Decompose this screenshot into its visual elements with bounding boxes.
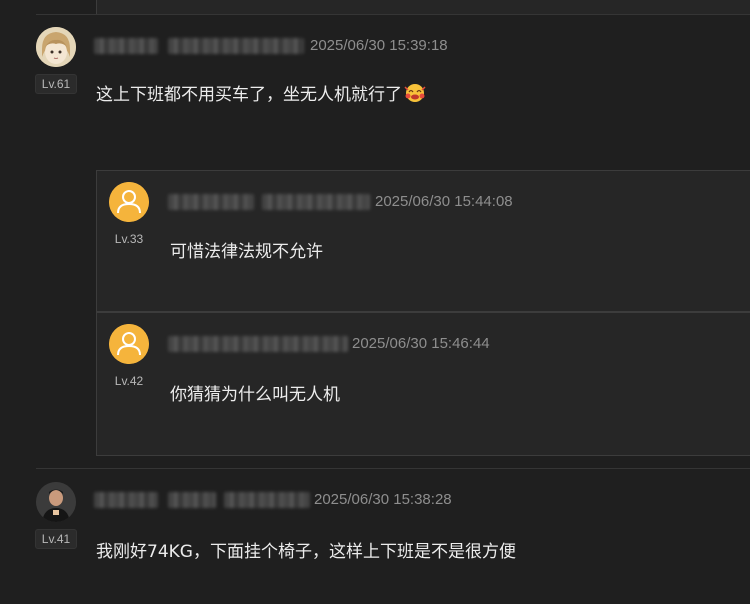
comment-text: 这上下班都不用买车了，坐无人机就行了	[96, 80, 426, 105]
blurred-user-info	[168, 492, 216, 508]
user-level-badge: Lv.42	[114, 374, 144, 388]
default-avatar[interactable]	[109, 324, 149, 364]
blurred-user-info	[168, 38, 304, 54]
user-level-badge: Lv.33	[114, 232, 144, 246]
default-avatar[interactable]	[109, 182, 149, 222]
user-silhouette-icon	[109, 182, 149, 222]
reply-timestamp: 2025/06/30 15:44:08	[375, 193, 513, 210]
avatar[interactable]	[36, 482, 76, 522]
comment-timestamp: 2025/06/30 15:38:28	[314, 491, 452, 508]
smiling-face-emoji-icon	[404, 83, 426, 103]
comment-timestamp: 2025/06/30 15:39:18	[310, 37, 448, 54]
blurred-username	[168, 336, 348, 352]
blurred-user-info	[262, 194, 370, 210]
person-photo-icon	[36, 482, 76, 522]
reply-text: 你猜猜为什么叫无人机	[170, 385, 340, 405]
divider	[36, 468, 750, 469]
previous-reply-box-edge	[96, 0, 750, 15]
reply-timestamp: 2025/06/30 15:46:44	[352, 335, 490, 352]
avatar[interactable]	[36, 27, 76, 67]
comment-text: 我刚好74KG，下面挂个椅子，这样上下班是不是很方便	[96, 542, 516, 562]
user-level-badge: Lv.41	[35, 529, 77, 549]
blurred-user-info	[224, 492, 310, 508]
user-level-badge: Lv.61	[35, 74, 77, 94]
blurred-username	[168, 194, 254, 210]
user-silhouette-icon	[109, 324, 149, 364]
anime-avatar-icon	[36, 27, 76, 67]
blurred-username	[94, 492, 158, 508]
divider	[36, 14, 750, 15]
reply-text: 可惜法律法规不允许	[170, 242, 323, 262]
blurred-username	[94, 38, 158, 54]
